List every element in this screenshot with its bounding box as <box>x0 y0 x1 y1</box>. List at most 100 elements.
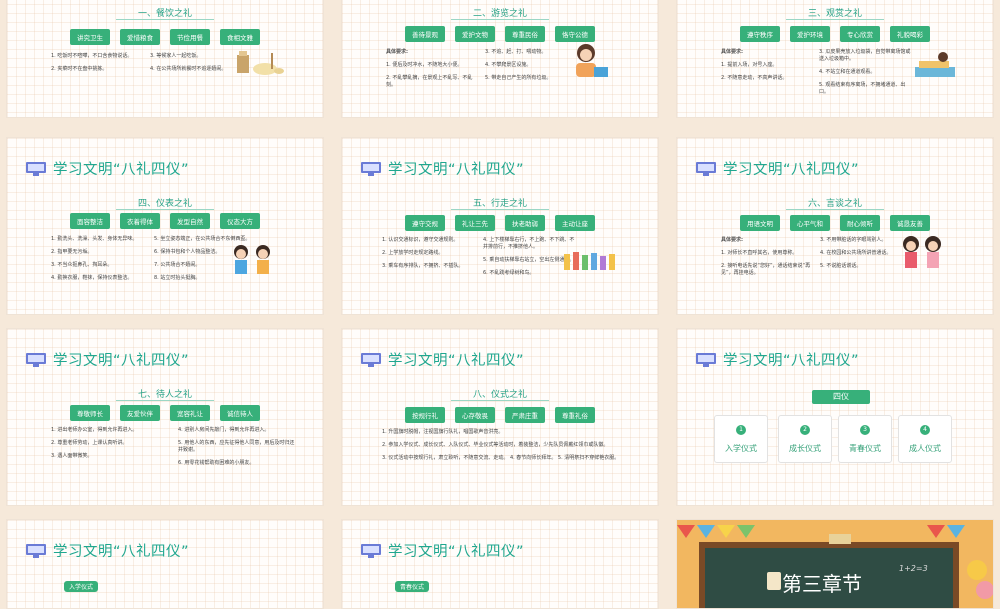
rule-text: 1. 便后及时冲水，不随地大小便。 <box>386 62 463 68</box>
slide-four-rites[interactable]: 学习文明“八礼四仪” 四仪 1 入学仪式 2 成长仪式 3 青春仪式 4 成人仪… <box>676 328 994 506</box>
rite-tag: 入学仪式 <box>64 581 99 592</box>
rule-text: 4. 进别人房间先敲门，得到允许再进入。 <box>178 427 270 433</box>
monitor-icon <box>25 161 47 177</box>
tag-button: 宽容礼让 <box>170 405 210 421</box>
tag-button: 主动让座 <box>555 215 595 231</box>
card-label: 入学仪式 <box>725 444 757 453</box>
section-title: 四、仪表之礼 <box>7 196 323 210</box>
rule-text: 2. 指甲要无污垢。 <box>51 249 93 255</box>
monitor-icon <box>695 352 717 368</box>
slide-dining[interactable]: 一、餐饮之礼 讲究卫生 爱惜粮食 节俭用餐 食相文雅 1. 吃饭时不喧嘩，不口含… <box>6 0 324 118</box>
slide-appearance[interactable]: 学习文明“八礼四仪” 四、仪表之礼 面容整洁 衣着得体 发型自然 仪态大方 1.… <box>6 137 324 315</box>
card-number: 2 <box>800 425 810 435</box>
rule-text: 1. 提前入场，对号入座。 <box>721 62 778 68</box>
chapter-title: 第三章节 <box>782 572 862 596</box>
rule-text: 4. 勤换衣服，鞋袜，保持仪表整洁。 <box>51 275 133 281</box>
rule-text: 3. 乘车有序排队，不拥挤、不插队。 <box>382 263 464 269</box>
text-columns: 具体要求: 1. 便后及时冲水，不随地大小便。 2. 不乱攀乱摘，在景观上不乱写… <box>386 49 578 95</box>
tag-button: 用语文明 <box>740 215 780 231</box>
tag-button: 爱护文物 <box>455 26 495 42</box>
rule-text: 2. 参加入学仪式、成长仪式、入队仪式、毕业仪式等活动时，着装整洁，少先队员佩戴… <box>382 442 609 448</box>
tableware-illustration <box>237 51 284 75</box>
text-columns: 具体要求: 1. 对师长不直呼其名，使用尊称。 2. 接听电话先说“您好”，通话… <box>721 237 913 283</box>
slide-title: 学习文明“八礼四仪” <box>723 162 860 178</box>
rule-text: 2. 上学放学时走规定路线。 <box>382 250 444 256</box>
section-title: 七、待人之礼 <box>7 387 323 401</box>
rule-text: 4. 在公共场所就餐时不追逐嬉闹。 <box>150 66 227 72</box>
button-row: 用语文明 心平气和 耐心倾听 诚恳友善 <box>687 215 983 231</box>
slide-speech[interactable]: 学习文明“八礼四仪” 六、言谈之礼 用语文明 心平气和 耐心倾听 诚恳友善 具体… <box>676 137 994 315</box>
rule-text: 3. 仪式活动中按规行礼，肃立聆听，不随意交流、走动。 4. 春节向师长拜年。 … <box>382 455 620 461</box>
rite-card: 4 成人仪式 <box>898 415 952 463</box>
tag-button: 诚信待人 <box>220 405 260 421</box>
tag-button: 礼貌喝彩 <box>890 26 930 42</box>
button-row: 按规行礼 心存敬畏 严肃庄重 尊重礼俗 <box>352 407 648 423</box>
slide-title: 学习文明“八礼四仪” <box>388 544 525 560</box>
rule-text: 1. 勤洗头、洗澡、头发、身体无异味。 <box>51 236 138 242</box>
slide-header: 学习文明“八礼四仪” <box>360 349 524 370</box>
rule-text: 4. 不攀爬景区设施。 <box>485 62 532 68</box>
button-row: 遵守交规 礼让三先 扶老助弱 主动让座 <box>352 215 648 231</box>
slide-sorter-grid: 一、餐饮之礼 讲究卫生 爱惜粮食 节俭用餐 食相文雅 1. 吃饭时不喧嘩，不口含… <box>0 0 1000 609</box>
slide-walking[interactable]: 学习文明“八礼四仪” 五、行走之礼 遵守交规 礼让三先 扶老助弱 主动让座 1.… <box>341 137 659 315</box>
rule-text: 2. 不随意走动，不高声讲话。 <box>721 75 788 81</box>
rite-card: 3 青春仪式 <box>838 415 892 463</box>
chalk-scribble: 1+2=3 <box>899 564 928 573</box>
slide-travel[interactable]: 二、游览之礼 善待景观 爱护文物 尊重民俗 恪守公德 具体要求: 1. 便后及时… <box>341 0 659 118</box>
rule-text: 3. 不追、赶、打、喂动物。 <box>485 49 547 55</box>
slide-title: 学习文明“八礼四仪” <box>53 353 190 369</box>
rule-text: 1. 升国旗时脱帽，注视国旗行队礼，唱国歌声音洪亮。 <box>382 429 504 435</box>
slide-title: 学习文明“八礼四仪” <box>53 544 190 560</box>
slide-title: 学习文明“八礼四仪” <box>53 162 190 178</box>
slide-chapter[interactable]: 第三章节 1+2=3 <box>676 519 994 609</box>
rule-text: 4. 不站立和在通道观看。 <box>819 69 876 75</box>
four-rites-heading: 四仪 <box>812 390 870 404</box>
rule-text: 3. 等候家人一起吃饭。 <box>150 53 202 59</box>
tag-button: 友爱伙伴 <box>120 405 160 421</box>
section-title: 三、观赏之礼 <box>677 6 993 20</box>
rule-text: 3. 瓜皮果壳放入垃圾袋，自觉带离场馆或送入垃圾箱中。 <box>819 49 911 62</box>
child-reading-illustration <box>576 44 608 77</box>
requirement-heading: 具体要求: <box>386 49 408 55</box>
tag-button: 耐心倾听 <box>840 215 880 231</box>
child-books-illustration <box>915 52 955 77</box>
tag-button: 发型自然 <box>170 213 210 229</box>
slide-header: 学习文明“八礼四仪” <box>25 349 189 370</box>
tag-button: 善待景观 <box>405 26 445 42</box>
rule-text: 1. 吃饭时不喧嘩，不口含食物说话。 <box>51 53 133 59</box>
rite-card: 2 成长仪式 <box>778 415 832 463</box>
slide-title: 学习文明“八礼四仪” <box>388 353 525 369</box>
text-columns: 1. 勤洗头、洗澡、头发、身体无异味。 2. 指甲要无污垢。 3. 不当众抠鼻孔… <box>51 236 251 288</box>
button-row: 讲究卫生 爱惜粮食 节俭用餐 食相文雅 <box>17 29 313 45</box>
pencils-illustration <box>564 252 615 270</box>
section-title: 一、餐饮之礼 <box>7 6 323 20</box>
card-label: 成长仪式 <box>789 444 821 453</box>
slide-viewing[interactable]: 三、观赏之礼 遵守秩序 爱护环境 专心欣赏 礼貌喝彩 具体要求: 1. 提前入场… <box>676 0 994 118</box>
tag-button: 按规行礼 <box>405 407 445 423</box>
slide-ceremony[interactable]: 学习文明“八礼四仪” 八、仪式之礼 按规行礼 心存敬畏 严肃庄重 尊重礼俗 1.… <box>341 328 659 506</box>
monitor-icon <box>360 543 382 559</box>
slide-youth[interactable]: 学习文明“八礼四仪” 青春仪式 <box>341 519 659 609</box>
card-number: 3 <box>860 425 870 435</box>
card-number: 1 <box>736 425 746 435</box>
text-columns: 具体要求: 1. 提前入场，对号入座。 2. 不随意走动，不高声讲话。 3. 瓜… <box>721 49 911 102</box>
tag-button: 严肃庄重 <box>505 407 545 423</box>
rule-text: 2. 夹菜时不在盘中挑拣。 <box>51 66 108 72</box>
rule-text: 3. 遇人面带微笑。 <box>51 453 93 459</box>
rule-text: 3. 不当众抠鼻孔、掏耳朵。 <box>51 262 113 268</box>
slide-enrollment[interactable]: 学习文明“八礼四仪” 入学仪式 <box>6 519 324 609</box>
requirement-heading: 具体要求: <box>721 49 743 55</box>
tag-button: 衣着得体 <box>120 213 160 229</box>
children-illustration <box>903 236 941 268</box>
text-columns: 1. 进出老师办公室，得到允许再进入。 2. 尊重老师劳动，上课认真听讲。 3.… <box>51 427 299 473</box>
button-row: 尊敬师长 友爱伙伴 宽容礼让 诚信待人 <box>17 405 313 421</box>
slide-header: 学习文明“八礼四仪” <box>360 540 524 561</box>
children-illustration <box>234 245 270 274</box>
slide-hospitality[interactable]: 学习文明“八礼四仪” 七、待人之礼 尊敬师长 友爱伙伴 宽容礼让 诚信待人 1.… <box>6 328 324 506</box>
section-title: 五、行走之礼 <box>342 196 658 210</box>
slide-header: 学习文明“八礼四仪” <box>695 158 859 179</box>
section-title: 八、仪式之礼 <box>342 387 658 401</box>
rite-card: 1 入学仪式 <box>714 415 768 463</box>
tag-button: 专心欣赏 <box>840 26 880 42</box>
card-number: 4 <box>920 425 930 435</box>
